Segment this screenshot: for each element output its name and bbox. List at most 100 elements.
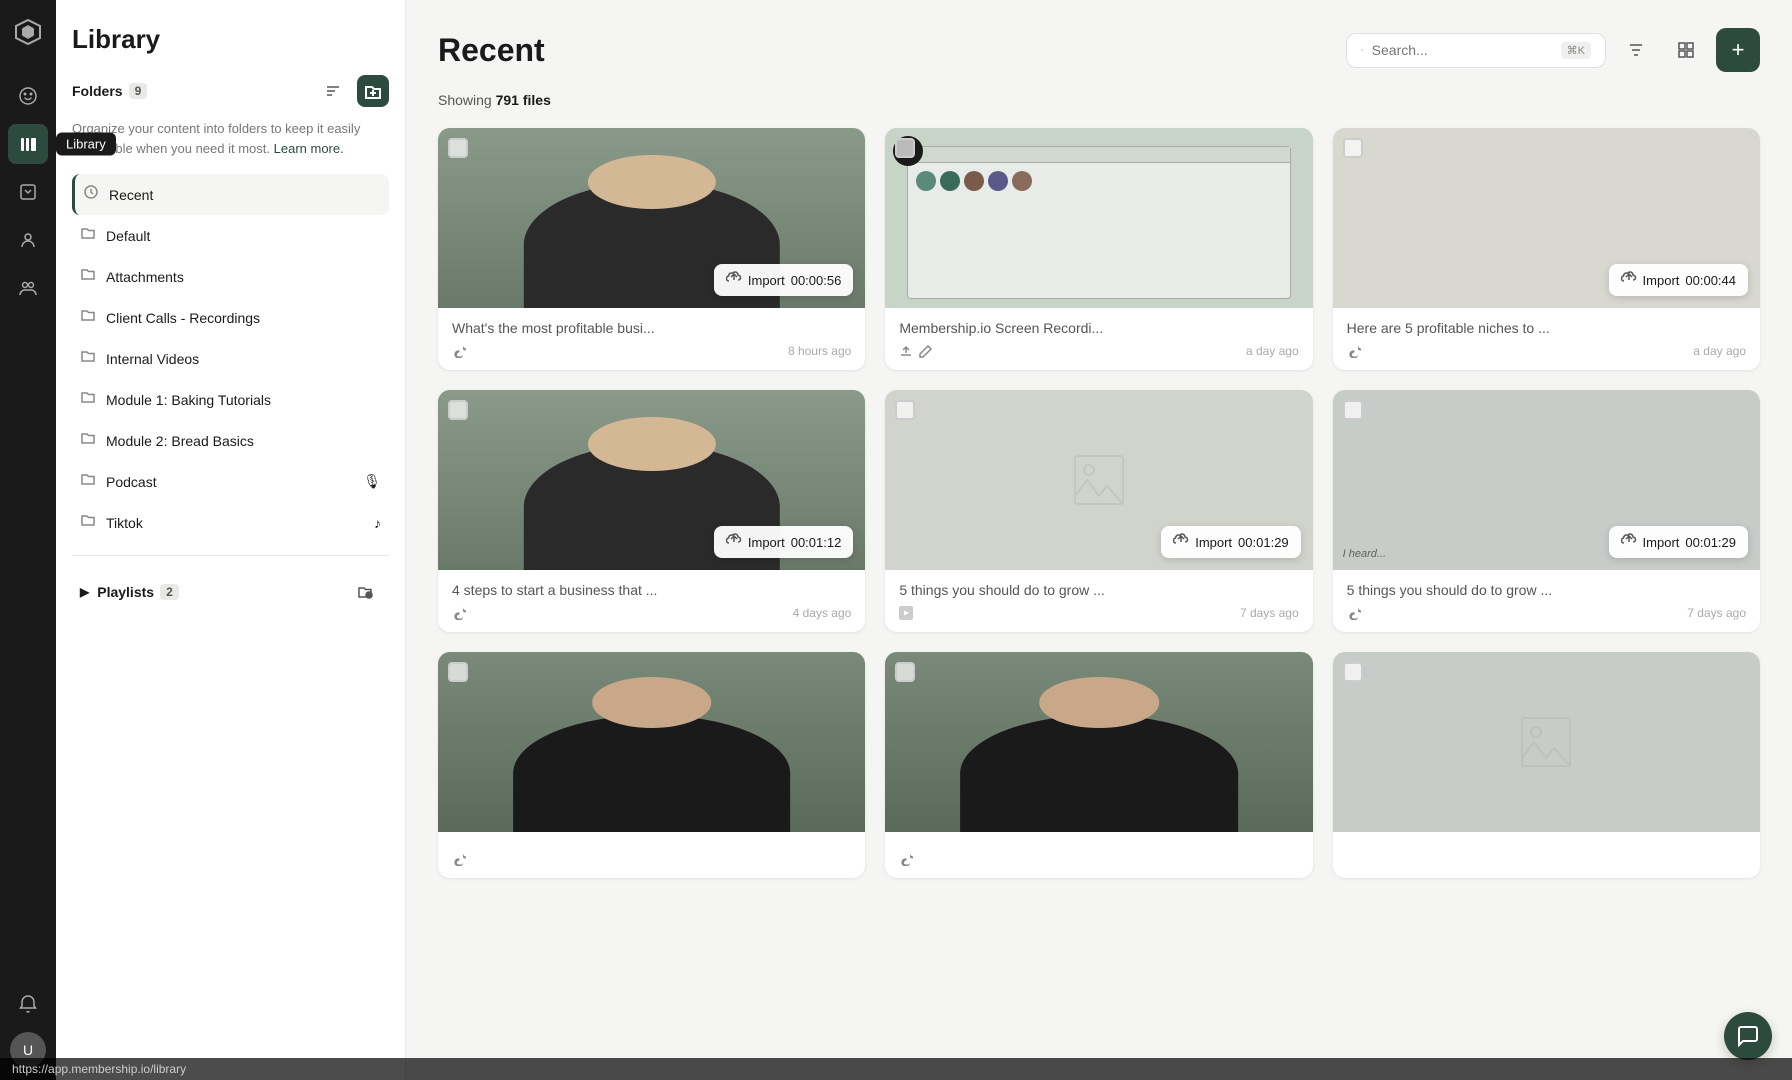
tiktok-icon — [452, 852, 466, 866]
nav-icon-library[interactable]: Library — [8, 124, 48, 164]
media-card[interactable] — [1333, 652, 1760, 878]
import-label: Import — [1643, 535, 1680, 550]
card-time: 7 days ago — [1687, 606, 1746, 620]
sidebar-item-tiktok[interactable]: Tiktok ♪ — [72, 502, 389, 543]
card-source — [899, 606, 913, 620]
sidebar-item-default[interactable]: Default ↑ — [72, 215, 389, 256]
import-badge[interactable]: Import 00:01:29 — [1609, 526, 1748, 558]
card-checkbox[interactable] — [448, 138, 468, 158]
add-content-button[interactable]: + — [1716, 28, 1760, 72]
card-title: 5 things you should do to grow ... — [899, 582, 1298, 598]
filter-button[interactable] — [1616, 30, 1656, 70]
media-card[interactable]: Import 00:00:56 What's the most profitab… — [438, 128, 865, 370]
cloud-upload-icon — [1173, 532, 1189, 552]
folder-icon — [80, 471, 96, 492]
sidebar-item-module-1[interactable]: Module 1: Baking Tutorials ↑ — [72, 379, 389, 420]
card-time: a day ago — [1246, 344, 1299, 358]
tiktok-icon — [452, 606, 466, 620]
folder-icon — [80, 348, 96, 369]
card-source — [899, 344, 933, 358]
import-badge[interactable]: Import 00:00:56 — [714, 264, 853, 296]
media-card[interactable] — [438, 652, 865, 878]
import-duration: 00:01:29 — [1685, 535, 1736, 550]
file-count: 791 files — [496, 92, 551, 108]
import-badge[interactable]: Import 00:01:29 — [1161, 526, 1300, 558]
card-checkbox[interactable] — [1343, 662, 1363, 682]
tiktok-icon — [899, 852, 913, 866]
card-checkbox[interactable] — [895, 662, 915, 682]
sidebar-item-client-calls-label: Client Calls - Recordings — [106, 310, 364, 326]
folder-icon — [80, 225, 96, 246]
card-checkbox[interactable] — [895, 400, 915, 420]
import-label: Import — [748, 535, 785, 550]
search-bar[interactable]: ⌘K — [1346, 33, 1606, 68]
add-folder-button[interactable] — [357, 75, 389, 107]
sidebar-item-podcast[interactable]: Podcast 🎙 — [72, 461, 389, 502]
card-thumbnail: Import 00:00:56 — [438, 128, 865, 308]
card-meta — [452, 852, 851, 866]
media-card[interactable]: Import 00:01:12 4 steps to start a busin… — [438, 390, 865, 632]
import-badge[interactable]: Import 00:01:12 — [714, 526, 853, 558]
nav-icon-members[interactable] — [8, 220, 48, 260]
import-badge[interactable]: Import 00:00:44 — [1609, 264, 1748, 296]
sidebar-item-recent[interactable]: Recent — [72, 174, 389, 215]
cloud-upload-icon — [1621, 532, 1637, 552]
playlists-count: 2 — [160, 584, 179, 600]
folders-header: Folders 9 — [72, 75, 389, 107]
card-thumbnail: Import 00:01:29 — [885, 390, 1312, 570]
playlists-header[interactable]: ▶ Playlists 2 — [72, 568, 389, 616]
sort-folders-button[interactable] — [317, 75, 349, 107]
media-card[interactable]: I heard... Import 00:01:29 5 things you … — [1333, 390, 1760, 632]
card-thumbnail — [438, 652, 865, 832]
import-duration: 00:00:44 — [1685, 273, 1736, 288]
main-content: Recent ⌘K — [406, 0, 1792, 1080]
folder-icon — [80, 266, 96, 287]
card-info: 5 things you should do to grow ... 7 day… — [1333, 570, 1760, 632]
card-checkbox[interactable] — [448, 400, 468, 420]
sidebar-divider — [72, 555, 389, 556]
playlists-icon[interactable] — [349, 576, 381, 608]
card-info: Membership.io Screen Recordi... a day ag… — [885, 308, 1312, 370]
card-checkbox[interactable] — [1343, 400, 1363, 420]
card-checkbox[interactable] — [895, 138, 915, 158]
upload-icon — [899, 344, 913, 358]
card-info — [885, 832, 1312, 878]
card-checkbox[interactable] — [448, 662, 468, 682]
card-source — [899, 852, 913, 866]
media-card[interactable]: Import 00:01:29 5 things you should do t… — [885, 390, 1312, 632]
card-checkbox[interactable] — [1343, 138, 1363, 158]
sidebar-item-attachments[interactable]: Attachments ↑ — [72, 256, 389, 297]
sidebar-item-module-2[interactable]: Module 2: Bread Basics ↑ — [72, 420, 389, 461]
tiktok-icon: ♪ — [374, 515, 381, 531]
media-card[interactable]: Membership.io Screen Recordi... a day ag… — [885, 128, 1312, 370]
import-duration: 00:01:29 — [1238, 535, 1289, 550]
cloud-upload-icon — [1621, 270, 1637, 290]
sidebar-item-client-calls[interactable]: Client Calls - Recordings ↑ — [72, 297, 389, 338]
nav-icon-groups[interactable] — [8, 268, 48, 308]
nav-notifications-bell[interactable] — [8, 984, 48, 1024]
sidebar: Library Folders 9 Organ — [56, 0, 406, 1080]
chat-support-button[interactable] — [1724, 1012, 1772, 1060]
card-info: 4 steps to start a business that ... 4 d… — [438, 570, 865, 632]
media-card[interactable]: Import 00:00:44 Here are 5 profitable ni… — [1333, 128, 1760, 370]
nav-icon-courses[interactable] — [8, 172, 48, 212]
nav-logo[interactable] — [8, 12, 48, 52]
cloud-upload-icon — [726, 532, 742, 552]
import-label: Import — [1195, 535, 1232, 550]
folder-icon — [80, 389, 96, 410]
card-thumbnail — [1333, 652, 1760, 832]
card-source — [1347, 344, 1361, 358]
learn-more-link[interactable]: Learn more. — [274, 141, 344, 156]
status-url: https://app.membership.io/library — [12, 1062, 186, 1076]
nav-icon-menu[interactable] — [8, 76, 48, 116]
edit-icon — [919, 344, 933, 358]
card-time: 8 hours ago — [788, 344, 851, 358]
sidebar-item-internal-videos[interactable]: Internal Videos ↑ — [72, 338, 389, 379]
library-tooltip: Library — [56, 133, 116, 156]
search-input[interactable] — [1372, 42, 1553, 58]
media-card[interactable] — [885, 652, 1312, 878]
sidebar-item-module-2-label: Module 2: Bread Basics — [106, 433, 364, 449]
import-label: Import — [748, 273, 785, 288]
sidebar-item-recent-label: Recent — [109, 187, 381, 203]
view-toggle-button[interactable] — [1666, 30, 1706, 70]
